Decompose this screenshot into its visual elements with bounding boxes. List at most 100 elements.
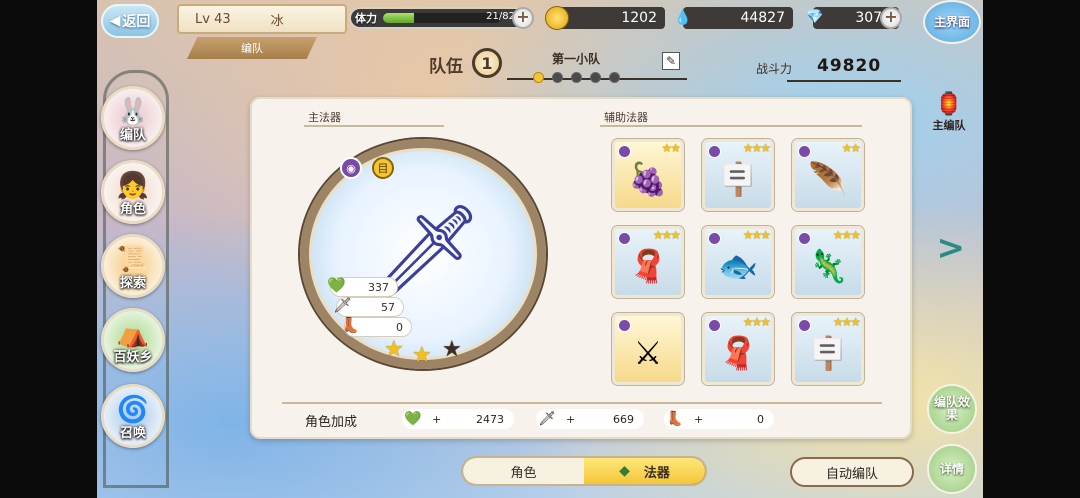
player-plate: Lv 43 冰 xyxy=(177,4,347,34)
side-nav-item[interactable]: ⛺ 百妖乡 xyxy=(101,308,165,372)
bonus-label: 角色加成 xyxy=(305,415,358,430)
aux-weapon-slot[interactable]: ★★★ 🧣 xyxy=(612,226,684,298)
bonus-value: 669 xyxy=(613,412,634,426)
crystal-value: 44827 xyxy=(740,10,785,26)
squad-page-dot[interactable] xyxy=(590,72,601,83)
weapon-star-icon: ★ xyxy=(442,337,462,362)
weapon-hp-value: 337 xyxy=(368,280,389,294)
letterbox-left xyxy=(0,0,97,498)
slot-item-icon: 🧣 xyxy=(628,246,668,285)
side-nav-item[interactable]: 🐰 编队 xyxy=(101,86,165,150)
weapon-attack-stat: 🗡 57 xyxy=(333,296,404,317)
aux-weapon-slot[interactable]: ★★ 🪶 xyxy=(792,139,864,211)
stamina-fill xyxy=(383,13,414,23)
tab-weapon[interactable]: ◆ 法器 xyxy=(584,458,705,484)
weapon-star-icon: ★ xyxy=(412,343,432,368)
side-nav-icon: 🌀 xyxy=(116,395,150,425)
weapon-tab-icon: ◆ xyxy=(619,463,630,479)
slot-item-icon: 🪧 xyxy=(808,333,848,372)
aux-weapon-slot[interactable]: ★★★ 🦎 xyxy=(792,226,864,298)
aux-weapon-slot[interactable]: ⚔ xyxy=(612,313,684,385)
weapon-attack-value: 57 xyxy=(381,300,395,314)
side-nav-item[interactable]: 📜 探索 xyxy=(101,234,165,298)
aux-weapon-slot[interactable]: ★★★ 🪧 xyxy=(702,139,774,211)
next-page-arrow-icon[interactable]: > xyxy=(937,228,966,268)
slot-star-rating: ★★★ xyxy=(742,315,771,329)
bottom-tab-bar: 角色 ◆ 法器 xyxy=(461,456,707,486)
slot-star-rating: ★★★ xyxy=(652,228,681,242)
auto-team-button[interactable]: 自动编队 xyxy=(790,457,914,487)
aux-weapon-rule xyxy=(600,125,862,127)
slot-star-rating: ★★★ xyxy=(832,315,861,329)
power-divider xyxy=(787,80,901,82)
weapon-rank-icon: 目 xyxy=(372,157,394,179)
player-name: 冰 xyxy=(270,13,284,29)
bonus-stat: 🗡 +669 xyxy=(536,409,644,429)
slot-element-icon xyxy=(708,319,721,332)
letterbox-right xyxy=(983,0,1080,498)
squad-page-dots xyxy=(533,72,620,83)
player-level: Lv 43 xyxy=(195,11,231,27)
back-button[interactable]: ◀ 返回 xyxy=(101,4,159,38)
bonus-value: 2473 xyxy=(476,412,504,426)
tab-character[interactable]: 角色 xyxy=(463,458,584,484)
aux-weapon-slot[interactable]: ★★ 🍇 xyxy=(612,139,684,211)
details-button[interactable]: 详情 xyxy=(927,444,977,494)
stamina-bar: 体力 21/82 xyxy=(349,7,527,29)
slot-element-icon xyxy=(708,145,721,158)
edit-squad-name-icon[interactable]: ✎ xyxy=(662,52,680,70)
bonus-stat-icon: 🗡 xyxy=(538,411,556,427)
main-screen-button[interactable]: 主界面 xyxy=(923,0,981,44)
gold-value: 1202 xyxy=(621,10,657,26)
slot-element-icon xyxy=(618,145,631,158)
add-gem-button[interactable]: + xyxy=(880,7,902,29)
slot-element-icon xyxy=(798,232,811,245)
tab-weapon-label: 法器 xyxy=(643,465,670,481)
team-effect-button[interactable]: 编队效果 xyxy=(927,384,977,434)
gem-icon: 💎 xyxy=(806,9,824,25)
main-weapon-slot[interactable]: 🗡 xyxy=(300,139,546,369)
slot-item-icon: 🪧 xyxy=(718,159,758,198)
main-weapon-title: 主法器 xyxy=(308,111,341,124)
main-weapon-rule xyxy=(304,125,444,127)
power-value: 49820 xyxy=(817,56,882,76)
slot-element-icon xyxy=(618,319,631,332)
side-nav-item[interactable]: 👧 角色 xyxy=(101,160,165,224)
slot-item-icon: 🐟 xyxy=(718,246,758,285)
squad-page-dot[interactable] xyxy=(571,72,582,83)
slot-element-icon xyxy=(798,319,811,332)
bonus-stat: 💚 +2473 xyxy=(402,409,514,429)
side-nav-icon: ⛺ xyxy=(116,319,150,349)
aux-weapon-slot[interactable]: ★★★ 🐟 xyxy=(702,226,774,298)
slot-item-icon: 🍇 xyxy=(628,159,668,198)
squad-page-dot[interactable] xyxy=(552,72,563,83)
slot-star-rating: ★★★ xyxy=(742,228,771,242)
bonus-plus: + xyxy=(566,412,576,426)
tab-character-label: 角色 xyxy=(510,465,537,481)
bonus-value: 0 xyxy=(757,412,764,426)
slot-item-icon: 🪶 xyxy=(808,159,848,198)
add-stamina-button[interactable]: + xyxy=(512,7,534,29)
main-team-tab[interactable]: 🏮 主编队 xyxy=(927,92,971,133)
weapon-speed-value: 0 xyxy=(396,320,403,334)
side-nav-item[interactable]: 🌀 召唤 xyxy=(101,384,165,448)
squad-number-badge[interactable]: 1 xyxy=(472,48,502,78)
slot-item-icon: 🦎 xyxy=(808,246,848,285)
aux-weapon-slot[interactable]: ★★★ 🪧 xyxy=(792,313,864,385)
weapon-element-icon: ◉ xyxy=(340,157,362,179)
slot-star-rating: ★★★ xyxy=(742,141,771,155)
squad-name: 第一小队 xyxy=(552,52,601,66)
page-title: 编队 xyxy=(187,37,317,59)
bonus-stat-icon: 💚 xyxy=(404,411,422,427)
squad-page-dot[interactable] xyxy=(609,72,620,83)
weapon-panel: 主法器 辅助法器 🗡 ◉ 目 💚 337 🗡 57 👢 0 ★ ★ ★ ★★ 🍇 ★★★… xyxy=(250,97,912,439)
gold-counter: 1202 xyxy=(555,7,665,29)
slot-item-icon: ⚔ xyxy=(633,333,663,372)
squad-page-dot[interactable] xyxy=(533,72,544,83)
bonus-plus: + xyxy=(694,412,704,426)
bonus-stat-icon: 👢 xyxy=(666,411,684,427)
back-label: 返回 xyxy=(122,14,151,30)
slot-element-icon xyxy=(798,145,811,158)
aux-weapon-slot[interactable]: ★★★ 🧣 xyxy=(702,313,774,385)
slot-star-rating: ★★ xyxy=(661,141,680,155)
